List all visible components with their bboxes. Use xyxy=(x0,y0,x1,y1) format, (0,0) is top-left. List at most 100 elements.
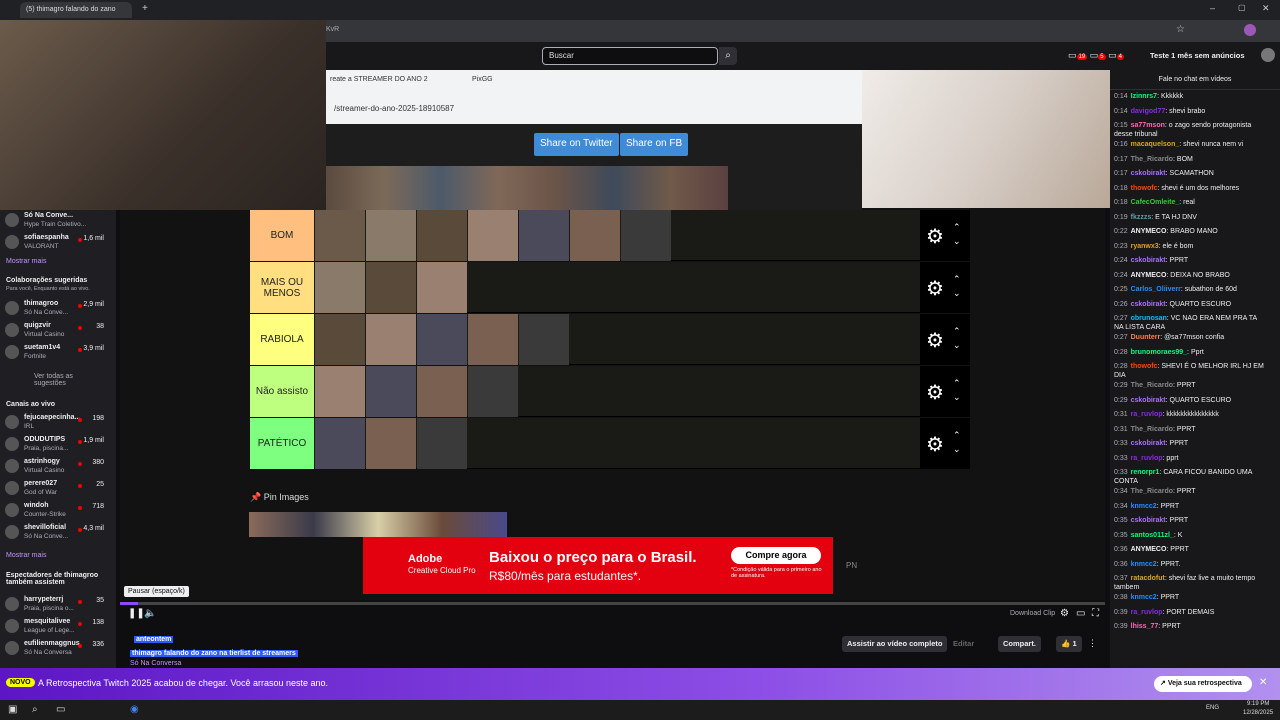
user-avatar[interactable] xyxy=(1261,48,1275,62)
clip-category[interactable]: Só Na Conversa xyxy=(130,660,181,667)
tier-thumbnail[interactable] xyxy=(417,262,467,313)
sidebar-channel[interactable]: mesquitalivee League of Lege... 138 xyxy=(0,616,112,638)
sidebar-channel[interactable]: thimagroo Só Na Conve... 2,9 mil xyxy=(0,298,112,320)
like-button[interactable]: 👍 1 xyxy=(1056,636,1082,652)
chat-username[interactable]: thowofc xyxy=(1131,363,1158,370)
chat-username[interactable]: cskobirakt xyxy=(1131,170,1166,177)
chevron-down-icon[interactable]: ⌄ xyxy=(953,340,961,351)
chat-username[interactable]: cskobirakt xyxy=(1131,440,1166,447)
gear-icon[interactable]: ⚙ xyxy=(926,224,944,249)
chat-username[interactable]: ratacdofut xyxy=(1131,575,1165,582)
search-icon[interactable]: ⌕ xyxy=(32,704,38,715)
sidebar-channel[interactable]: windoh Counter-Strike 718 xyxy=(0,500,112,522)
sidebar-channel[interactable]: eufilienmaggnus Só Na Conversa 336 xyxy=(0,638,112,660)
gear-icon[interactable]: ⚙ xyxy=(926,380,944,405)
chat-username[interactable]: brunomoraes99_ xyxy=(1131,349,1187,356)
tier-thumbnail[interactable] xyxy=(315,366,365,417)
chat-username[interactable]: The_Ricardo xyxy=(1131,382,1173,389)
gear-icon[interactable]: ⚙ xyxy=(926,328,944,353)
tier-thumbnail[interactable] xyxy=(519,314,569,365)
chat-username[interactable]: knmcc2 xyxy=(1131,594,1157,601)
tier-thumbnail[interactable] xyxy=(366,210,416,261)
tier-thumbnail[interactable] xyxy=(468,210,518,261)
share-button[interactable]: Compart. xyxy=(998,636,1041,652)
chevron-down-icon[interactable]: ⌄ xyxy=(953,236,961,247)
adobe-ad[interactable]: Adobe Creative Cloud Pro Baixou o preço … xyxy=(363,537,833,594)
chat-username[interactable]: cskobirakt xyxy=(1131,397,1166,404)
chevron-up-icon[interactable]: ⌃ xyxy=(953,222,961,233)
search-icon[interactable]: ⌕ xyxy=(719,47,737,65)
chevron-down-icon[interactable]: ⌄ xyxy=(953,288,961,299)
chat-username[interactable]: ANYMECO xyxy=(1131,228,1167,235)
tier-thumbnail[interactable] xyxy=(315,262,365,313)
sidebar-channel[interactable]: shevilloficial Só Na Conve... 4,3 mil xyxy=(0,522,112,544)
sidebar-channel[interactable]: astrinhogy Virtual Casino 380 xyxy=(0,456,112,478)
new-tab-icon[interactable]: + xyxy=(142,3,148,14)
sidebar-channel[interactable]: suetam1v4 Fortnite 3,9 mil xyxy=(0,342,112,364)
ad-cta-button[interactable]: Compre agora xyxy=(731,547,821,564)
tier-thumbnail[interactable] xyxy=(366,262,416,313)
see-all-suggestions[interactable]: Ver todas as sugestões xyxy=(34,373,84,387)
chat-username[interactable]: macaquelson_ xyxy=(1131,141,1180,148)
tier-thumbnail[interactable] xyxy=(417,210,467,261)
start-icon[interactable]: ▣ xyxy=(8,704,17,715)
tier-thumbnail[interactable] xyxy=(315,210,365,261)
chat-username[interactable]: knmcc2 xyxy=(1131,561,1157,568)
tier-thumbnail[interactable] xyxy=(315,418,365,469)
sidebar-channel[interactable]: quigzvir Virtual Casino 38 xyxy=(0,320,112,342)
chat-username[interactable]: CafecOmleite_ xyxy=(1131,199,1180,206)
chat-username[interactable]: The_Ricardo xyxy=(1131,488,1173,495)
maximize-icon[interactable]: ▢ xyxy=(1238,3,1246,12)
chat-username[interactable]: cskobirakt xyxy=(1131,517,1166,524)
gear-icon[interactable]: ⚙ xyxy=(926,432,944,457)
show-more-link[interactable]: Mostrar mais xyxy=(6,258,46,265)
tier-thumbnail[interactable] xyxy=(621,210,671,261)
chat-username[interactable]: thowofc xyxy=(1131,185,1158,192)
chat-username[interactable]: santos011zl_ xyxy=(1131,532,1174,539)
close-icon[interactable]: ✕ xyxy=(1262,3,1270,14)
tier-thumbnail[interactable] xyxy=(468,314,518,365)
prime-button[interactable]: Teste 1 mês sem anúncios xyxy=(1150,51,1245,60)
chat-username[interactable]: ra_ruvlop xyxy=(1131,455,1163,462)
tier-thumbnail[interactable] xyxy=(366,314,416,365)
minimize-icon[interactable]: – xyxy=(1210,3,1215,13)
settings-icon[interactable]: ⚙ xyxy=(1060,608,1069,619)
more-options-icon[interactable]: ⋮ xyxy=(1088,638,1097,649)
edit-button[interactable]: Editar xyxy=(948,636,979,652)
tier-thumbnail[interactable] xyxy=(417,418,467,469)
profile-avatar[interactable] xyxy=(1244,24,1256,36)
sidebar-channel[interactable]: Só Na Conve... Hype Train Coletivo... xyxy=(0,210,112,232)
tier-thumbnail[interactable] xyxy=(570,210,620,261)
chat-username[interactable]: obrunosan xyxy=(1131,315,1167,322)
chat-username[interactable]: Duunterr xyxy=(1131,334,1161,341)
view-retrospective-button[interactable]: ↗ Veja sua retrospectiva xyxy=(1154,676,1252,692)
chat-username[interactable]: knmcc2 xyxy=(1131,503,1157,510)
sidebar-channel[interactable]: fejucaepecinha... IRL 198 xyxy=(0,412,112,434)
sidebar-channel[interactable]: harrypeterrj Praia, piscina o... 35 xyxy=(0,594,112,616)
sidebar-channel[interactable]: perere027 God of War 25 xyxy=(0,478,112,500)
chevron-down-icon[interactable]: ⌄ xyxy=(953,392,961,403)
chat-username[interactable]: The_Ricardo xyxy=(1131,426,1173,433)
sidebar-channel[interactable]: sofiaespanha VALORANT 1,6 mil xyxy=(0,232,112,254)
chat-username[interactable]: sa77mson xyxy=(1131,122,1165,129)
chat-username[interactable]: ra_ruvlop xyxy=(1131,609,1163,616)
pause-icon[interactable]: ❚❚ xyxy=(128,608,145,619)
chevron-up-icon[interactable]: ⌃ xyxy=(953,430,961,441)
sidebar-channel[interactable]: ODUDUTIPS Praia, piscina... 1,9 mil xyxy=(0,434,112,456)
fullscreen-icon[interactable]: ⛶ xyxy=(1092,608,1099,619)
download-clip-link[interactable]: Download Clip xyxy=(1010,610,1055,617)
chat-username[interactable]: cskobirakt xyxy=(1131,257,1166,264)
share-fb-button[interactable]: Share on FB xyxy=(620,133,689,156)
folder-icon[interactable]: ▭ xyxy=(56,704,65,715)
tier-thumbnail[interactable] xyxy=(468,366,518,417)
chevron-down-icon[interactable]: ⌄ xyxy=(953,444,961,455)
gear-icon[interactable]: ⚙ xyxy=(926,276,944,301)
notification-icons[interactable]: ▭ 19 ▭ 5 ▭ 4 xyxy=(1068,50,1124,61)
chat-username[interactable]: ra_ruvlop xyxy=(1131,411,1163,418)
tier-thumbnail[interactable] xyxy=(366,418,416,469)
show-more-link[interactable]: Mostrar mais xyxy=(6,552,46,559)
chevron-up-icon[interactable]: ⌃ xyxy=(953,378,961,389)
chat-username[interactable]: The_Ricardo xyxy=(1131,156,1173,163)
close-banner-icon[interactable]: ✕ xyxy=(1259,677,1267,688)
star-icon[interactable]: ☆ xyxy=(1176,24,1185,35)
